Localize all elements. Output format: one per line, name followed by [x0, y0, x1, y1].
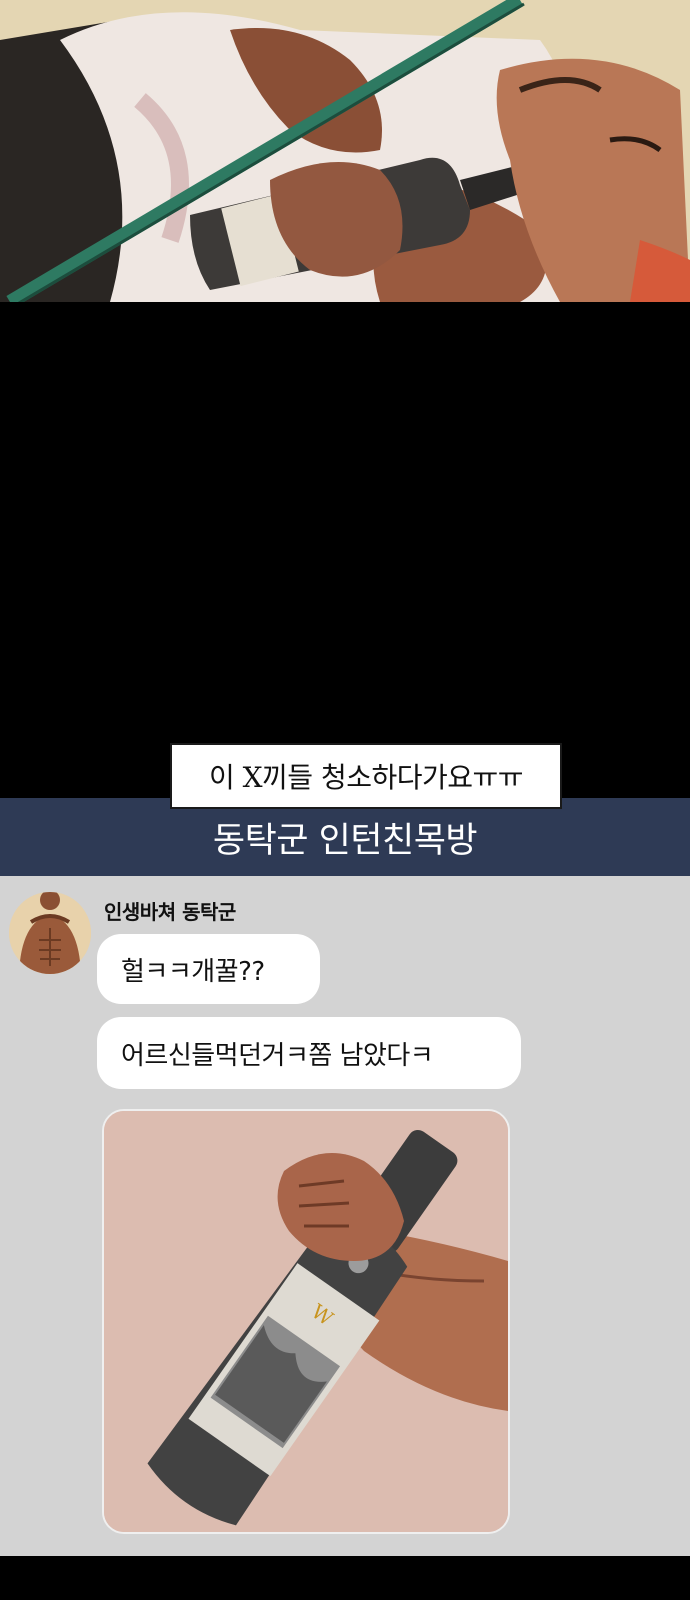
caption-text: 이 X끼들 청소하다가요ㅠㅠ — [208, 761, 524, 794]
chat-bubble: 어르신들먹던거ㅋ쫌 남았다ㅋ — [97, 1017, 521, 1089]
black-transition-band — [0, 302, 690, 798]
chat-room-title: 동탁군 인턴친목방 — [212, 820, 478, 861]
chat-bubble: 헐ㅋㅋ개꿀?? — [97, 934, 320, 1004]
message-text: 어르신들먹던거ㅋ쫌 남았다ㅋ — [121, 1040, 434, 1071]
man-holding-bottle-and-stick-illustration — [0, 0, 690, 302]
chat-room-header: 동탁군 인턴친목방 — [0, 798, 690, 876]
chat-message-area: 인생바쳐 동탁군 헐ㅋㅋ개꿀?? 어르신들먹던거ㅋ쫌 남았다ㅋ W — [0, 876, 690, 1556]
shirtless-man-avatar-icon[interactable] — [9, 892, 91, 974]
comic-panel-top — [0, 0, 690, 302]
message-text: 헐ㅋㅋ개꿀?? — [121, 956, 265, 987]
hand-holding-bottle-icon: W — [104, 1111, 508, 1532]
sender-name: 인생바쳐 동탁군 — [104, 900, 236, 924]
avatar-image — [9, 892, 91, 974]
narration-caption: 이 X끼들 청소하다가요ㅠㅠ — [170, 743, 562, 809]
chat-photo-message[interactable]: W — [102, 1109, 510, 1534]
bottom-black-band — [0, 1556, 690, 1600]
